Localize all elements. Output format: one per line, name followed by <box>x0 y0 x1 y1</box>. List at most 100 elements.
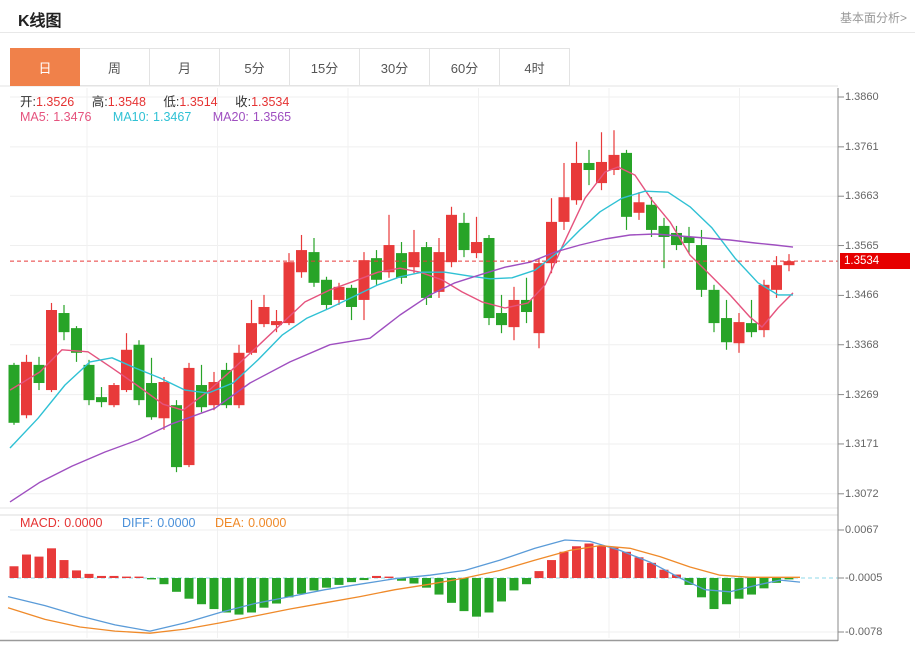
candle-body <box>71 328 82 353</box>
macd-bar <box>147 578 156 579</box>
price-axis-label: 1.3269 <box>845 388 879 402</box>
macd-bar <box>85 574 94 578</box>
macd-info-row: MACD:0.0000 DIFF:0.0000 DEA:0.0000 <box>20 516 286 530</box>
ma-info-row: MA5:1.3476 MA10:1.3467 MA20:1.3565 <box>20 110 309 124</box>
candle-body <box>746 323 757 332</box>
dea-label: DEA: <box>215 516 244 530</box>
kline-app: K线图 基本面分析> 日周月5分15分30分60分4时 开:1.3526 高:1… <box>0 0 915 645</box>
macd-bar <box>135 577 144 578</box>
ma10-line <box>10 191 793 448</box>
low-value: 1.3514 <box>179 95 217 109</box>
macd-label: MACD: <box>20 516 60 530</box>
macd-axis-label: -0.0005 <box>845 571 882 585</box>
candle-body <box>534 263 545 333</box>
diff-label: DIFF: <box>122 516 153 530</box>
current-price-badge: 1.3534 <box>840 253 910 269</box>
tab-4时[interactable]: 4时 <box>500 48 570 86</box>
candle-body <box>684 237 695 243</box>
macd-bar <box>10 566 19 578</box>
macd-bar <box>97 576 106 578</box>
candle-body <box>784 261 795 265</box>
tab-30分[interactable]: 30分 <box>360 48 430 86</box>
candle-body <box>396 253 407 278</box>
fundamental-analysis-link[interactable]: 基本面分析> <box>840 9 907 26</box>
candle-body <box>621 153 632 217</box>
macd-value: 0.0000 <box>64 516 102 530</box>
price-axis-label: 1.3368 <box>845 338 879 352</box>
ma10-label: MA10: <box>113 110 149 124</box>
candle-body <box>696 245 707 290</box>
candle-body <box>21 362 32 415</box>
page-title: K线图 <box>18 7 62 31</box>
tab-月[interactable]: 月 <box>150 48 220 86</box>
ma20-label: MA20: <box>213 110 249 124</box>
macd-bar <box>560 552 569 578</box>
candle-body <box>146 383 157 417</box>
candle-body <box>309 252 320 283</box>
candle-body <box>584 163 595 170</box>
candle-body <box>509 300 520 327</box>
diff-line <box>8 540 800 631</box>
high-label: 高: <box>92 95 108 109</box>
macd-bar <box>710 578 719 609</box>
candle-body <box>496 313 507 325</box>
candle-body <box>409 252 420 267</box>
macd-bar <box>447 578 456 603</box>
macd-bar <box>522 578 531 584</box>
macd-bar <box>410 578 419 584</box>
macd-bar <box>535 571 544 578</box>
macd-bar <box>297 578 306 594</box>
macd-bar <box>172 578 181 592</box>
macd-bar <box>110 576 119 578</box>
candle-body <box>96 397 107 402</box>
macd-bar <box>497 578 506 601</box>
candle-body <box>471 242 482 253</box>
price-axis-label: 1.3171 <box>845 437 879 451</box>
tab-60分[interactable]: 60分 <box>430 48 500 86</box>
macd-bar <box>35 557 44 578</box>
macd-bar <box>597 546 606 578</box>
macd-bar <box>22 555 31 578</box>
tab-日[interactable]: 日 <box>10 48 80 86</box>
close-value: 1.3534 <box>251 95 289 109</box>
title-divider <box>0 32 915 33</box>
candle-body <box>634 202 645 213</box>
macd-bar <box>785 578 794 579</box>
price-axis-label: 1.3565 <box>845 239 879 253</box>
macd-bar <box>360 578 369 580</box>
candle-body <box>171 405 182 467</box>
macd-bar <box>372 576 381 578</box>
tab-5分[interactable]: 5分 <box>220 48 290 86</box>
tab-15分[interactable]: 15分 <box>290 48 360 86</box>
macd-bar <box>510 578 519 590</box>
macd-bar <box>460 578 469 611</box>
macd-bar <box>247 578 256 613</box>
dea-line <box>8 546 800 634</box>
macd-bar <box>610 548 619 578</box>
candle-body <box>321 280 332 305</box>
candle-body <box>34 365 45 383</box>
candle-body <box>259 307 270 324</box>
close-label: 收: <box>235 95 251 109</box>
macd-bar <box>385 577 394 578</box>
candle-body <box>134 345 145 400</box>
price-axis-label: 1.3072 <box>845 487 879 501</box>
macd-bar <box>635 557 644 578</box>
macd-bar <box>422 578 431 588</box>
macd-bar <box>435 578 444 595</box>
price-axis-label: 1.3663 <box>845 189 879 203</box>
candle-body <box>771 265 782 290</box>
high-value: 1.3548 <box>108 95 146 109</box>
low-label: 低: <box>163 95 179 109</box>
macd-bar <box>547 560 556 578</box>
macd-axis-label: 0.0067 <box>845 523 879 537</box>
ohlc-info-row: 开:1.3526 高:1.3548 低:1.3514 收:1.3534 <box>20 91 303 110</box>
candle-body <box>446 215 457 262</box>
candle-body <box>121 350 132 390</box>
candle-body <box>59 313 70 332</box>
candle-body <box>646 205 657 230</box>
macd-bar <box>347 578 356 582</box>
candle-body <box>46 310 57 390</box>
macd-bar <box>47 548 56 578</box>
tab-周[interactable]: 周 <box>80 48 150 86</box>
